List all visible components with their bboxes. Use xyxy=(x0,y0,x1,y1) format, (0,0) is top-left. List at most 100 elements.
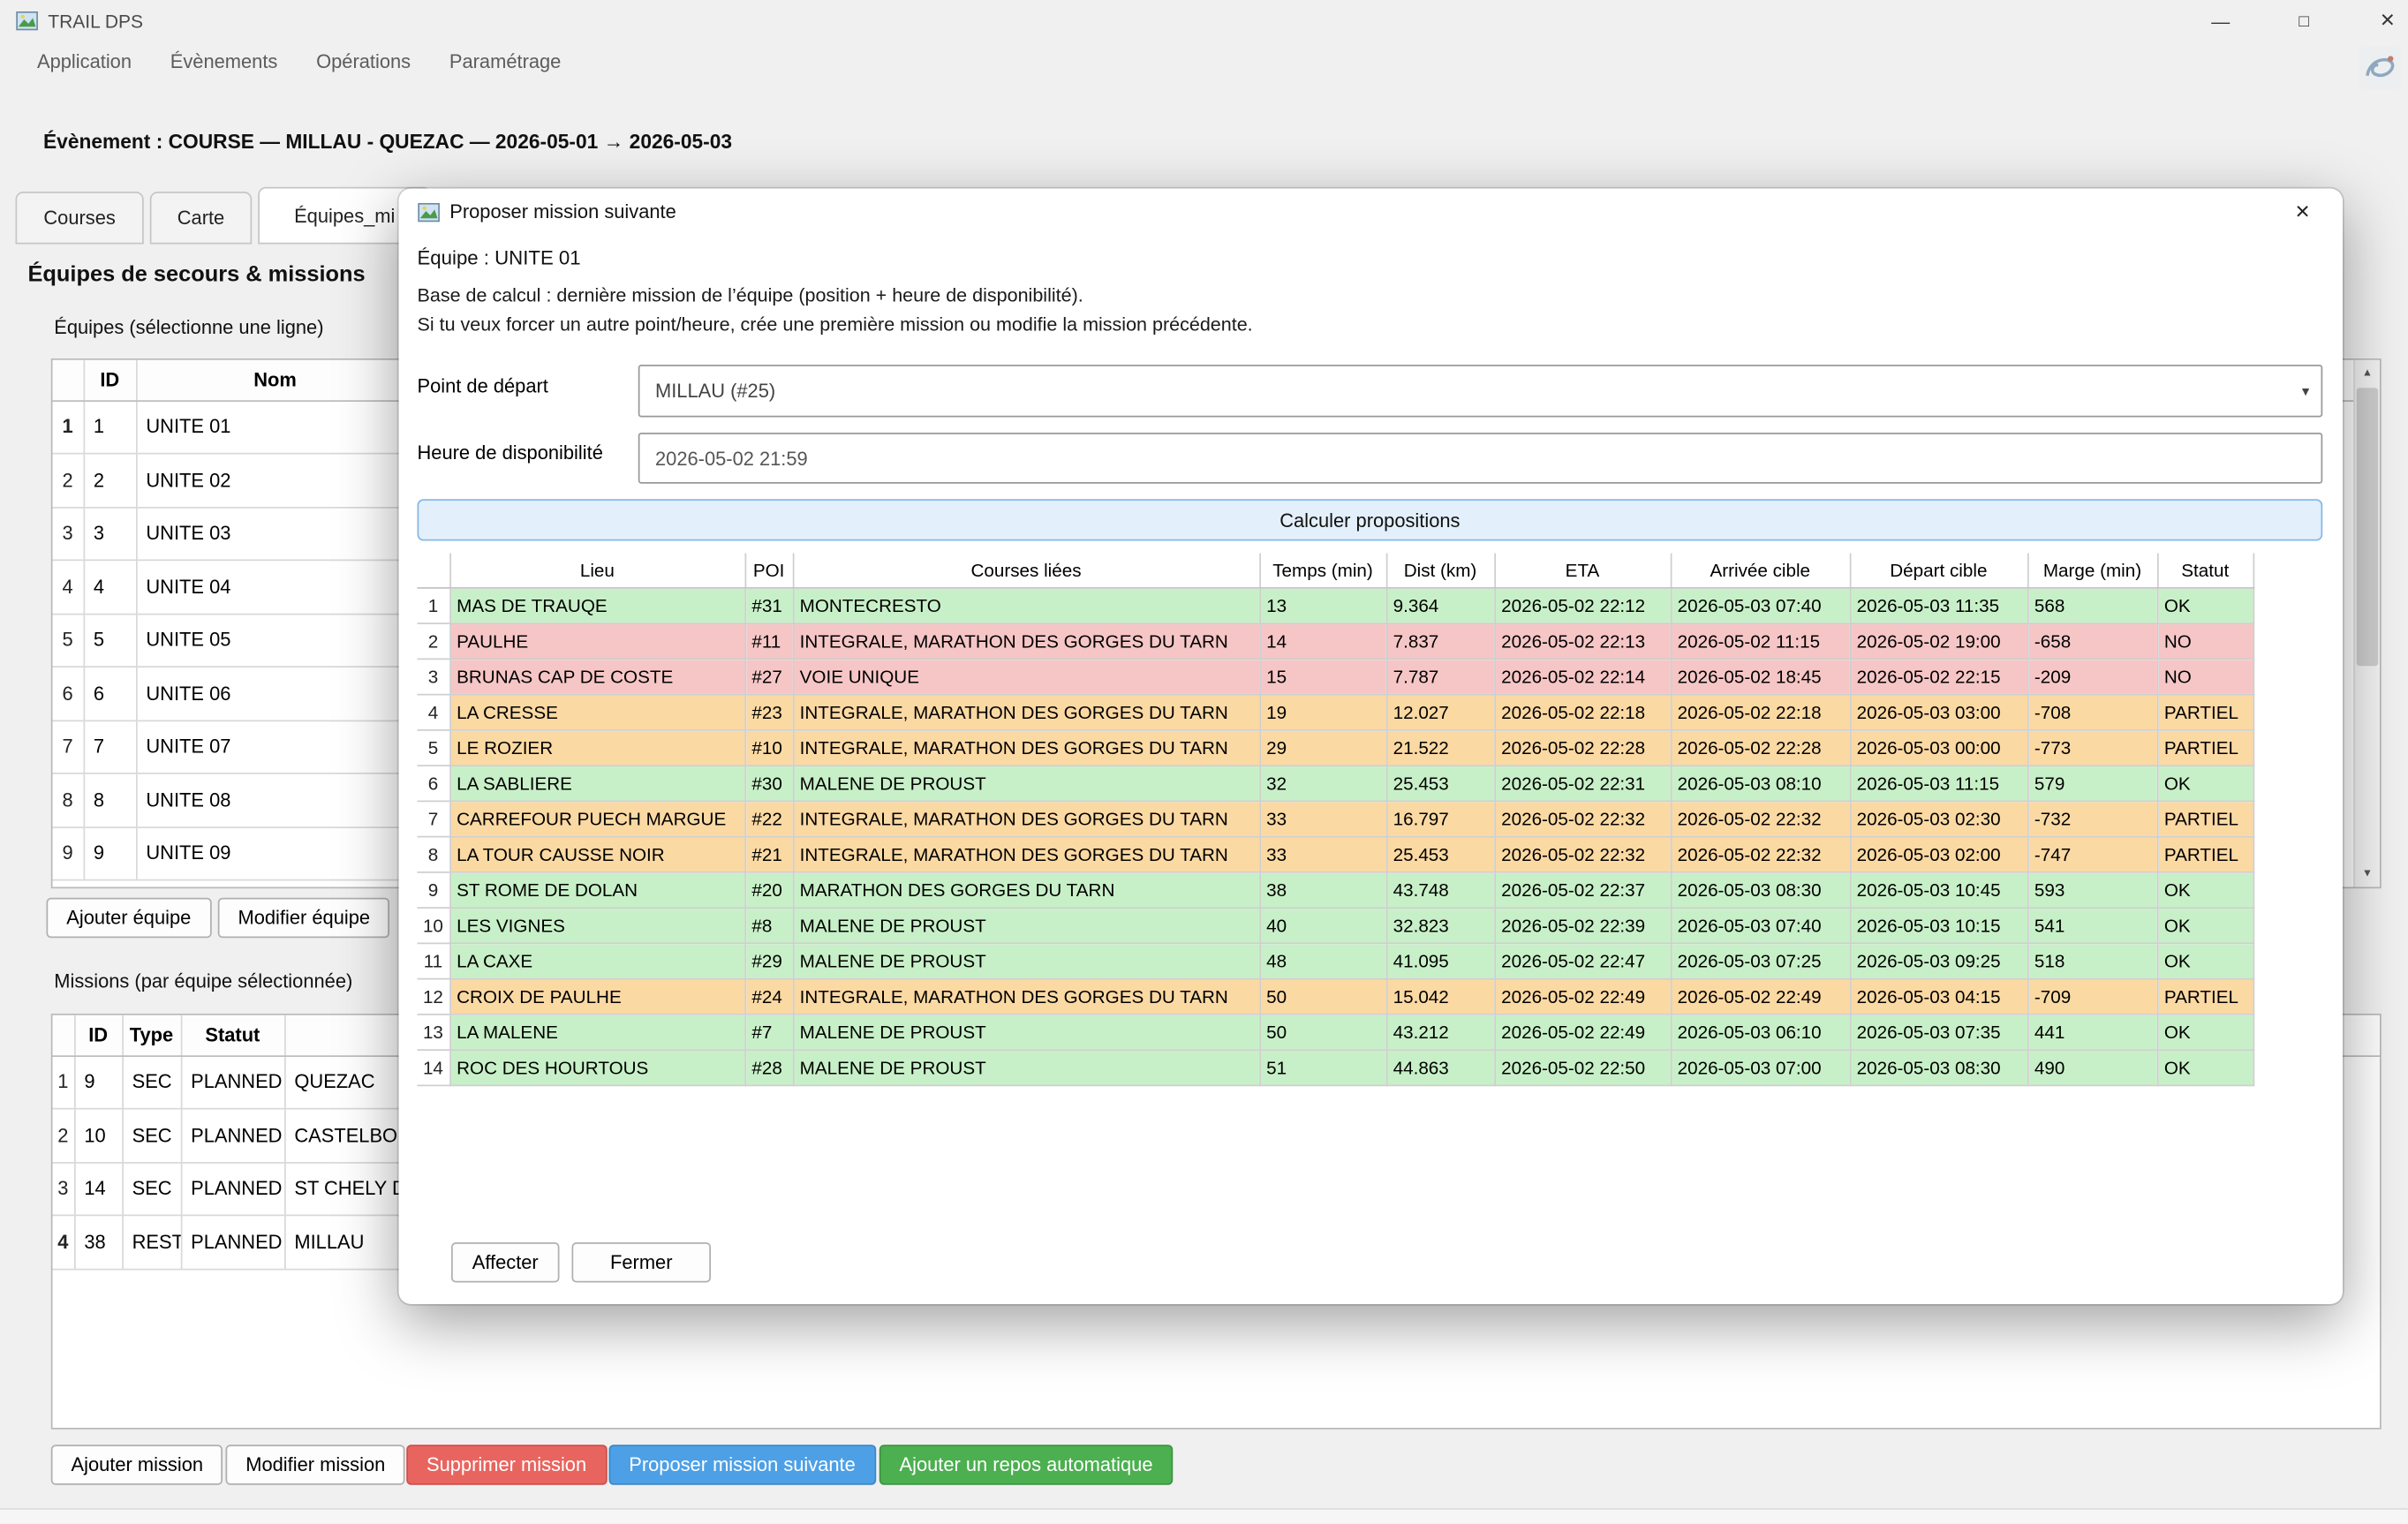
cell-poi: #30 xyxy=(745,765,793,800)
dialog-close-button[interactable]: × xyxy=(2278,193,2328,234)
minimize-button[interactable]: — xyxy=(2179,0,2263,41)
affecter-button[interactable]: Affecter xyxy=(451,1242,560,1283)
scroll-down-icon[interactable]: ▼ xyxy=(2355,861,2380,887)
column-header-depart[interactable]: Départ cible xyxy=(1850,554,2027,588)
row-number: 3 xyxy=(53,507,84,560)
column-header-type[interactable]: Type xyxy=(122,1015,181,1056)
cell: SEC xyxy=(122,1109,181,1162)
row-number: 14 xyxy=(418,1049,450,1084)
cell-dist: 16.797 xyxy=(1386,801,1495,836)
row-number: 2 xyxy=(418,622,450,658)
column-header-arrivee[interactable]: Arrivée cible xyxy=(1671,554,1850,588)
cell-poi: #10 xyxy=(745,729,793,765)
cell-marge: 593 xyxy=(2027,871,2157,907)
cell-depart: 2026-05-03 07:35 xyxy=(1850,1014,2027,1049)
heure-disponibilite-label: Heure de disponibilité xyxy=(418,442,603,464)
cell: UNITE 07 xyxy=(136,721,414,773)
maximize-button[interactable]: □ xyxy=(2262,0,2346,41)
cell-arrivee: 2026-05-03 07:25 xyxy=(1671,943,1850,978)
tab-carte[interactable]: Carte xyxy=(150,192,253,245)
filler xyxy=(2253,801,2323,836)
ajouter-repos-automatique-button[interactable]: Ajouter un repos automatique xyxy=(879,1445,1174,1485)
calculer-propositions-button[interactable]: Calculer propositions xyxy=(418,499,2323,540)
ajouter-mission-button[interactable]: Ajouter mission xyxy=(51,1445,223,1485)
heure-disponibilite-input[interactable] xyxy=(638,433,2323,484)
header-filler xyxy=(2253,554,2323,588)
cell-arrivee: 2026-05-02 22:18 xyxy=(1671,694,1850,729)
proposer-mission-suivante-button[interactable]: Proposer mission suivante xyxy=(609,1445,876,1485)
close-button[interactable]: × xyxy=(2346,0,2408,41)
cell-depart: 2026-05-03 02:00 xyxy=(1850,836,2027,871)
column-header-eta[interactable]: ETA xyxy=(1494,554,1671,588)
cell-temps: 40 xyxy=(1259,907,1386,942)
cell-courses: INTEGRALE, MARATHON DES GORGES DU TARN xyxy=(793,622,1260,658)
menu-parametrage[interactable]: Paramétrage xyxy=(433,41,578,82)
column-header-dist[interactable]: Dist (km) xyxy=(1386,554,1495,588)
modifier-equipe-button[interactable]: Modifier équipe xyxy=(218,898,390,939)
proposal-row[interactable]: 8LA TOUR CAUSSE NOIR#21INTEGRALE, MARATH… xyxy=(418,836,2323,871)
proposal-row[interactable]: 11LA CAXE#29MALENE DE PROUST4841.0952026… xyxy=(418,943,2323,978)
proposal-row[interactable]: 10LES VIGNES#8MALENE DE PROUST4032.82320… xyxy=(418,907,2323,942)
row-number: 7 xyxy=(418,801,450,836)
tab-courses[interactable]: Courses xyxy=(16,192,144,245)
cell-dist: 25.453 xyxy=(1386,836,1495,871)
proposal-row[interactable]: 9ST ROME DE DOLAN#20MARATHON DES GORGES … xyxy=(418,871,2323,907)
teams-scrollbar[interactable]: ▲ ▼ xyxy=(2353,360,2380,887)
fermer-button[interactable]: Fermer xyxy=(572,1242,712,1283)
column-header-courses[interactable]: Courses liées xyxy=(793,554,1260,588)
app-icon xyxy=(418,201,441,224)
ajouter-equipe-button[interactable]: Ajouter équipe xyxy=(47,898,212,939)
cell-dist: 32.823 xyxy=(1386,907,1495,942)
point-depart-combobox[interactable]: MILLAU (#25) ▼ xyxy=(638,365,2323,418)
cell-arrivee: 2026-05-02 22:32 xyxy=(1671,801,1850,836)
column-header-statut[interactable]: Statut xyxy=(2157,554,2253,588)
column-header-temps[interactable]: Temps (min) xyxy=(1259,554,1386,588)
column-header-poi[interactable]: POI xyxy=(745,554,793,588)
cell-arrivee: 2026-05-02 18:45 xyxy=(1671,659,1850,694)
cell-lieu: ST ROME DE DOLAN xyxy=(449,871,744,907)
teams-label: Équipes (sélectionne une ligne) xyxy=(54,317,323,339)
column-header-statut[interactable]: Statut xyxy=(181,1015,284,1056)
cell-dist: 12.027 xyxy=(1386,694,1495,729)
cell-statut: OK xyxy=(2157,765,2253,800)
proposal-row[interactable]: 4LA CRESSE#23INTEGRALE, MARATHON DES GOR… xyxy=(418,694,2323,729)
proposal-row[interactable]: 13LA MALENE#7MALENE DE PROUST5043.212202… xyxy=(418,1014,2323,1049)
cell: 6 xyxy=(84,667,137,720)
proposal-row[interactable]: 6LA SABLIERE#30MALENE DE PROUST3225.4532… xyxy=(418,765,2323,800)
proposal-row[interactable]: 7CARREFOUR PUECH MARGUE#22INTEGRALE, MAR… xyxy=(418,801,2323,836)
modifier-mission-button[interactable]: Modifier mission xyxy=(226,1445,406,1485)
proposal-row[interactable]: 5LE ROZIER#10INTEGRALE, MARATHON DES GOR… xyxy=(418,729,2323,765)
column-header-nom[interactable]: Nom xyxy=(136,360,414,401)
column-header-id[interactable]: ID xyxy=(74,1015,122,1056)
proposal-row[interactable]: 14ROC DES HOURTOUS#28MALENE DE PROUST514… xyxy=(418,1049,2323,1084)
proposal-row[interactable]: 3BRUNAS CAP DE COSTE#27VOIE UNIQUE157.78… xyxy=(418,659,2323,694)
cell-statut: OK xyxy=(2157,907,2253,942)
cell-lieu: CARREFOUR PUECH MARGUE xyxy=(449,801,744,836)
menu-application[interactable]: Application xyxy=(20,41,149,82)
cell-statut: PARTIEL xyxy=(2157,801,2253,836)
cell-lieu: LA CRESSE xyxy=(449,694,744,729)
scrollbar-thumb[interactable] xyxy=(2357,388,2379,666)
proposal-row[interactable]: 2PAULHE#11INTEGRALE, MARATHON DES GORGES… xyxy=(418,622,2323,658)
scroll-up-icon[interactable]: ▲ xyxy=(2355,360,2380,387)
proposal-row[interactable]: 12CROIX DE PAULHE#24INTEGRALE, MARATHON … xyxy=(418,978,2323,1014)
cell-poi: #22 xyxy=(745,801,793,836)
proposal-row[interactable]: 1MAS DE TRAUQE#31MONTECRESTO139.3642026-… xyxy=(418,587,2323,622)
row-number: 11 xyxy=(418,943,450,978)
cell-courses: INTEGRALE, MARATHON DES GORGES DU TARN xyxy=(793,836,1260,871)
cell-arrivee: 2026-05-03 08:30 xyxy=(1671,871,1850,907)
menu-operations[interactable]: Opérations xyxy=(299,41,428,82)
cell-lieu: ROC DES HOURTOUS xyxy=(449,1049,744,1084)
column-header-id[interactable]: ID xyxy=(84,360,137,401)
cell-temps: 32 xyxy=(1259,765,1386,800)
supprimer-mission-button[interactable]: Supprimer mission xyxy=(406,1445,607,1485)
cell-courses: MONTECRESTO xyxy=(793,587,1260,622)
cell-lieu: MAS DE TRAUQE xyxy=(449,587,744,622)
column-header-lieu[interactable]: Lieu xyxy=(449,554,744,588)
row-number: 7 xyxy=(53,721,84,773)
column-header-marge[interactable]: Marge (min) xyxy=(2027,554,2157,588)
cell-statut: OK xyxy=(2157,1049,2253,1084)
cell-poi: #31 xyxy=(745,587,793,622)
cell-arrivee: 2026-05-02 22:28 xyxy=(1671,729,1850,765)
menu-evenements[interactable]: Évènements xyxy=(154,41,295,82)
